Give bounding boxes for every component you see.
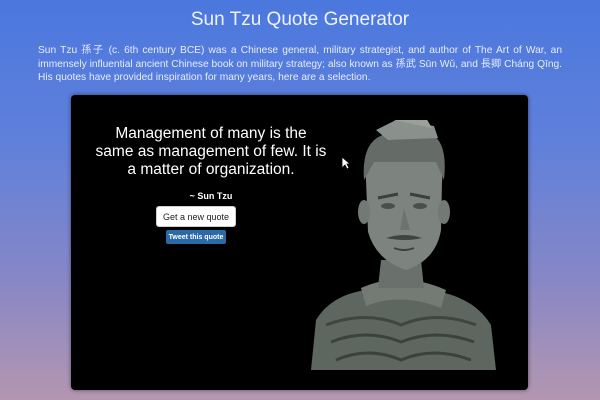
intro-text: Sun Tzu 孫子 (c. 6th century BCE) was a Ch… [38, 45, 562, 83]
page-title: Sun Tzu Quote Generator [190, 9, 410, 30]
tweet-button[interactable]: Tweet this quote [166, 230, 226, 244]
quote-card: Management of many is the same as manage… [71, 95, 528, 390]
mouse-pointer-icon [341, 156, 351, 170]
new-quote-button[interactable]: Get a new quote [156, 206, 236, 227]
quote-text: Management of many is the same as manage… [95, 125, 327, 178]
statue-image [311, 120, 496, 370]
quote-author: ~ Sun Tzu [189, 191, 233, 201]
